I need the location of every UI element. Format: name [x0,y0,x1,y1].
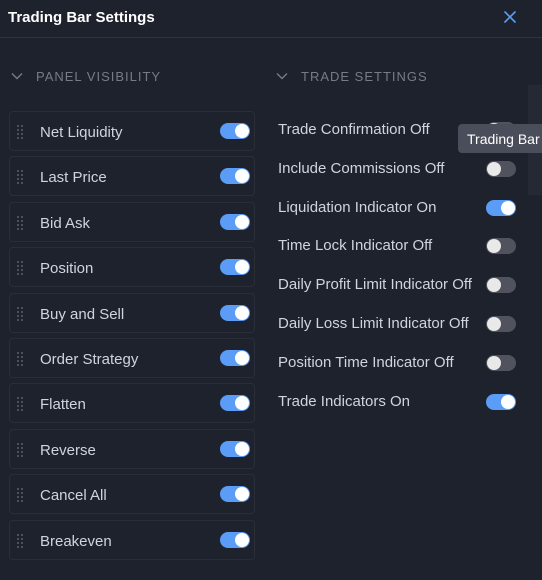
panel-toggle-buy-and-sell[interactable] [220,304,250,321]
panel-toggle-flatten[interactable] [220,395,250,412]
trade-row-position-time-indicator: Position Time Indicator Off [278,350,528,389]
dialog-header: Trading Bar Settings [0,0,542,38]
trade-setting-label: Position Time Indicator Off [278,353,454,371]
toggle-knob [501,200,515,215]
panel-row-breakeven: Breakeven [9,519,255,560]
drag-handle-icon[interactable] [16,306,24,322]
panel-label: Breakeven [40,532,112,550]
toggle-knob [235,260,249,275]
panel-row-buy-and-sell: Buy and Sell [9,292,255,333]
close-icon [504,11,516,23]
panel-label: Buy and Sell [40,305,125,323]
toggle-knob [487,239,501,254]
toggle-knob [235,124,249,138]
tooltip: Trading Bar [458,124,542,153]
toggle-knob [235,350,249,365]
trade-toggle-time-lock-indicator[interactable] [486,238,516,255]
panel-row-order-strategy: Order Strategy [9,337,255,378]
trade-setting-label: Include Commissions Off [278,159,445,177]
trade-toggle-trade-indicators[interactable] [486,393,516,410]
panel-label: Position [40,260,94,278]
panel-toggle-order-strategy[interactable] [220,349,250,366]
panel-row-flatten: Flatten [9,383,255,424]
trade-settings-heading: TRADE SETTINGS [301,68,428,84]
drag-handle-icon[interactable] [16,533,24,549]
drag-handle-icon[interactable] [16,260,24,276]
drag-handle-icon[interactable] [16,396,24,412]
toggle-knob [235,396,249,411]
trade-setting-label: Daily Loss Limit Indicator Off [278,314,469,332]
trade-settings-header[interactable]: TRADE SETTINGS [275,66,428,86]
panel-row-reverse: Reverse [9,428,255,469]
panel-label: Flatten [40,396,86,414]
toggle-knob [235,441,249,456]
panel-row-cancel-all: Cancel All [9,474,255,515]
trade-row-time-lock-indicator: Time Lock Indicator Off [278,233,528,272]
panel-toggle-bid-ask[interactable] [220,213,250,230]
drag-handle-icon[interactable] [16,487,24,503]
panel-toggle-last-price[interactable] [220,168,250,185]
toggle-knob [487,161,501,176]
panel-visibility-list: Net Liquidity Last Price Bid Ask Positio… [9,111,255,565]
drag-handle-icon[interactable] [16,169,24,185]
drag-handle-icon[interactable] [16,351,24,367]
panel-label: Net Liquidity [40,124,123,141]
dialog-title: Trading Bar Settings [8,9,155,26]
trade-setting-label: Daily Profit Limit Indicator Off [278,276,472,294]
toggle-knob [501,394,515,409]
toggle-knob [235,532,249,547]
trade-row-daily-profit-limit: Daily Profit Limit Indicator Off [278,272,528,311]
panel-toggle-position[interactable] [220,259,250,276]
chevron-down-icon [276,73,288,80]
trade-setting-label: Trade Confirmation Off [278,121,430,138]
panel-label: Cancel All [40,487,107,505]
panel-toggle-cancel-all[interactable] [220,486,250,503]
trade-setting-label: Trade Indicators On [278,392,411,410]
panel-row-position: Position [9,247,255,288]
toggle-knob [235,214,249,229]
trade-settings-list: Trade Confirmation Off Include Commissio… [278,117,528,427]
toggle-knob [235,487,249,502]
trade-toggle-daily-loss-limit[interactable] [486,315,516,332]
panel-toggle-reverse[interactable] [220,440,250,457]
panel-visibility-heading: PANEL VISIBILITY [36,68,162,84]
panel-row-bid-ask: Bid Ask [9,201,255,242]
drag-handle-icon[interactable] [16,124,24,140]
trade-row-liquidation-indicator: Liquidation Indicator On [278,195,528,234]
close-button[interactable] [501,8,519,26]
trade-row-daily-loss-limit: Daily Loss Limit Indicator Off [278,311,528,350]
toggle-knob [235,169,249,184]
trade-toggle-include-commissions[interactable] [486,160,516,177]
trade-toggle-position-time-indicator[interactable] [486,354,516,371]
panel-label: Reverse [40,441,96,459]
panel-row-net-liquidity: Net Liquidity [9,111,255,151]
toggle-knob [235,305,249,320]
drag-handle-icon[interactable] [16,215,24,231]
toggle-knob [487,278,501,293]
trade-setting-label: Liquidation Indicator On [278,198,437,216]
trade-toggle-daily-profit-limit[interactable] [486,277,516,294]
panel-label: Last Price [40,169,107,187]
panel-toggle-net-liquidity[interactable] [220,123,250,139]
drag-handle-icon[interactable] [16,442,24,458]
toggle-knob [487,355,501,370]
panel-visibility-header[interactable]: PANEL VISIBILITY [10,66,161,86]
toggle-knob [487,316,501,331]
panel-label: Bid Ask [40,214,91,232]
trade-setting-label: Time Lock Indicator Off [278,237,433,255]
panel-label: Order Strategy [40,350,139,368]
trade-row-include-commissions: Include Commissions Off [278,156,528,195]
panel-row-last-price: Last Price [9,156,255,197]
trade-row-trade-indicators: Trade Indicators On [278,389,528,428]
chevron-down-icon [11,73,23,80]
trade-toggle-liquidation-indicator[interactable] [486,199,516,216]
panel-toggle-breakeven[interactable] [220,531,250,548]
